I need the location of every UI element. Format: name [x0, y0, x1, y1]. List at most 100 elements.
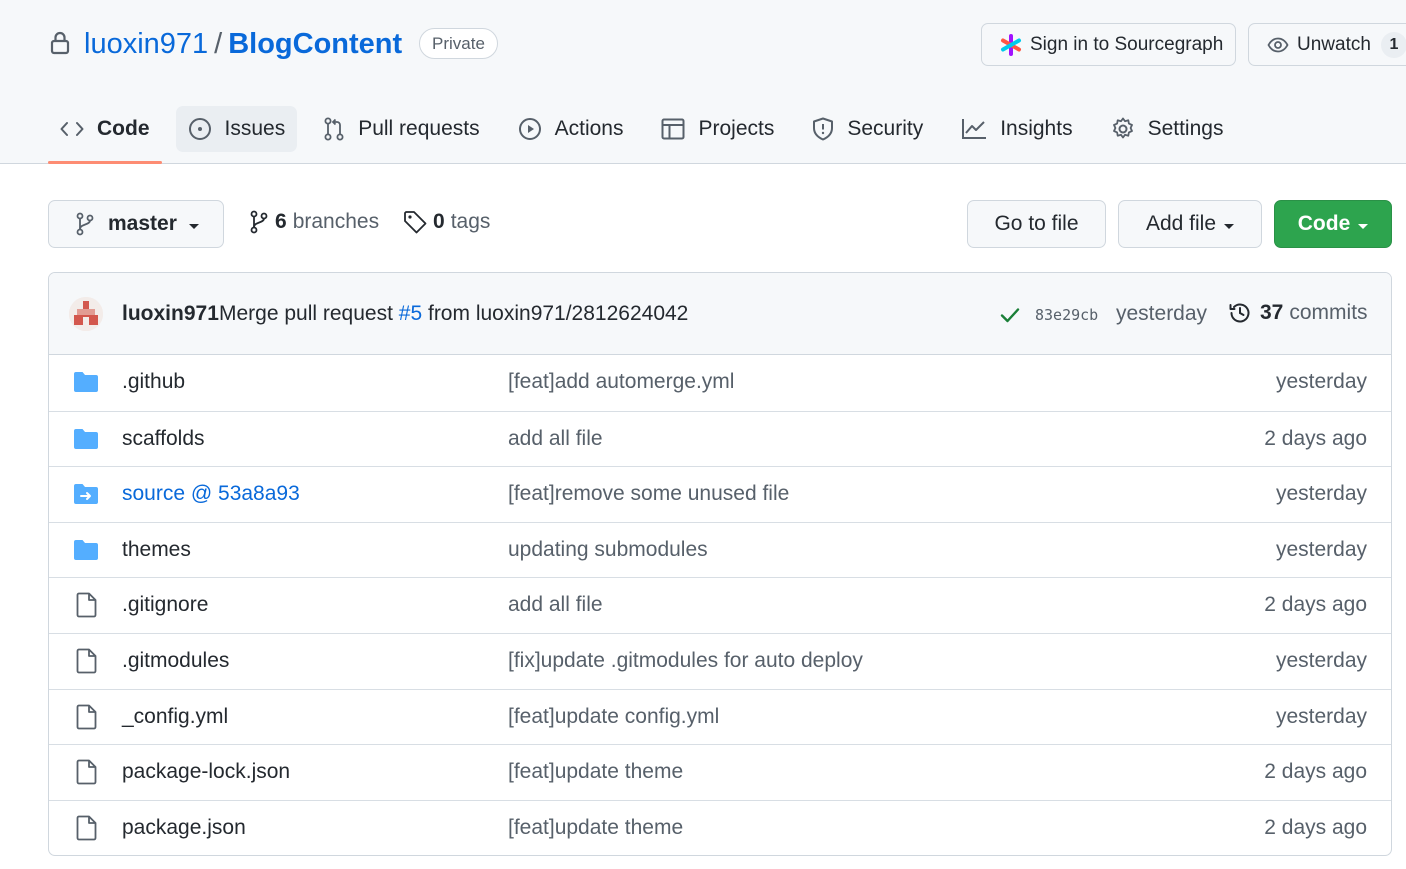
repo-header: luoxin971/BlogContent Private Sign in to…: [0, 0, 1406, 164]
tab-settings[interactable]: Settings: [1099, 106, 1236, 152]
eye-icon: [1267, 37, 1289, 52]
code-dropdown-button[interactable]: Code: [1274, 200, 1392, 248]
repo-nav-tabs: Code Issues Pull requests Actions Projec…: [48, 106, 1249, 164]
commits-history-link[interactable]: 37 commits: [1228, 301, 1368, 325]
tab-insights[interactable]: Insights: [949, 106, 1084, 152]
file-commit-message-link[interactable]: [feat]update theme: [508, 760, 683, 784]
pull-request-link[interactable]: #5: [399, 302, 422, 325]
go-to-file-button[interactable]: Go to file: [967, 200, 1106, 248]
file-icon: [76, 648, 97, 674]
tab-issues[interactable]: Issues: [175, 106, 298, 152]
latest-commit-bar: luoxin971 Merge pull request #5 from luo…: [49, 273, 1391, 355]
file-row[interactable]: _config.yml [feat]update config.yml yester…: [49, 688, 1391, 745]
file-name-link[interactable]: themes: [122, 538, 191, 562]
file-commit-time: yesterday: [1275, 482, 1367, 506]
history-icon: [1229, 303, 1250, 323]
file-type-icon: [73, 483, 99, 510]
file-commit-message-link[interactable]: [feat]update config.yml: [508, 705, 719, 729]
code-button-label: Code: [1297, 212, 1351, 235]
file-commit-message-link[interactable]: add all file: [508, 593, 603, 617]
file-commit-message-link[interactable]: [feat]add automerge.yml: [508, 370, 734, 394]
commits-count: 37: [1260, 301, 1284, 324]
tags-count: 0: [433, 210, 445, 233]
file-commit-time: yesterday: [1275, 649, 1367, 672]
avatar[interactable]: [69, 297, 103, 331]
repo-name-link[interactable]: BlogContent: [228, 28, 402, 60]
tab-actions-label: Actions: [554, 117, 624, 140]
file-name-link[interactable]: .gitmodules: [122, 649, 229, 673]
sourcegraph-signin-label: Sign in to Sourcegraph: [1030, 33, 1224, 55]
repo-title: luoxin971/BlogContent: [84, 26, 402, 62]
repo-title-separator: /: [214, 28, 223, 60]
table-icon: [661, 118, 685, 140]
file-icon: [76, 815, 97, 841]
add-file-button[interactable]: Add file: [1118, 200, 1262, 248]
file-list: luoxin971 Merge pull request #5 from luo…: [48, 272, 1392, 856]
file-name-link[interactable]: _config.yml: [122, 705, 228, 729]
file-row[interactable]: .github [feat]add automerge.yml yesterday: [49, 355, 1391, 411]
check-icon[interactable]: [999, 305, 1021, 325]
file-name-link[interactable]: package.json: [122, 816, 246, 840]
branches-count: 6: [275, 210, 287, 233]
file-name-link[interactable]: scaffolds: [122, 427, 205, 451]
git-pull-request-icon: [324, 117, 344, 141]
file-name-link[interactable]: .github: [122, 370, 185, 394]
commit-message[interactable]: Merge pull request #5 from luoxin971/281…: [219, 302, 688, 326]
git-branch-icon: [76, 212, 94, 236]
sourcegraph-signin-button[interactable]: Sign in to Sourcegraph: [981, 23, 1236, 66]
file-row[interactable]: source @ 53a8a93 [feat]remove some unused…: [49, 466, 1391, 522]
folder-icon: [74, 372, 98, 392]
commit-message-prefix: Merge pull request: [219, 302, 393, 325]
file-type-icon: [76, 759, 98, 790]
file-name-link[interactable]: .gitignore: [122, 593, 208, 617]
file-row[interactable]: themes updating submodules yesterday: [49, 521, 1391, 578]
file-row[interactable]: .gitignore add all file 2 days ago: [49, 577, 1391, 633]
file-commit-time: yesterday: [1275, 704, 1367, 728]
file-name-link[interactable]: package-lock.json: [122, 760, 290, 784]
branches-label: branches: [292, 210, 380, 233]
file-name-link[interactable]: source @ 53a8a93: [122, 482, 300, 506]
sourcegraph-logo-icon: [1001, 33, 1021, 56]
tab-pull-requests[interactable]: Pull requests: [311, 106, 491, 152]
file-type-icon: [73, 428, 99, 455]
tab-code[interactable]: Code: [48, 106, 162, 164]
file-row[interactable]: .gitmodules [fix]update .gitmodules for a…: [49, 633, 1391, 689]
file-commit-message-link[interactable]: [feat]remove some unused file: [508, 482, 789, 506]
file-commit-time: 2 days ago: [1264, 760, 1367, 784]
folder-icon: [74, 428, 98, 449]
git-branch-icon: [250, 210, 268, 234]
tags-link[interactable]: 0 tags: [403, 210, 490, 234]
file-commit-message-link[interactable]: add all file: [508, 427, 603, 451]
tab-actions[interactable]: Actions: [506, 106, 636, 152]
file-row[interactable]: scaffolds add all file 2 days ago: [49, 410, 1391, 467]
unwatch-label: Unwatch: [1297, 33, 1371, 55]
folder-icon: [74, 539, 98, 560]
shield-icon: [813, 117, 834, 141]
commit-author-link[interactable]: luoxin971: [122, 302, 219, 326]
graph-icon: [962, 119, 987, 139]
tab-security[interactable]: Security: [800, 106, 935, 152]
file-submodule-icon: [74, 484, 98, 505]
branches-link[interactable]: 6 branches: [249, 210, 379, 234]
file-commit-message-link[interactable]: updating submodules: [508, 538, 708, 562]
play-icon: [518, 118, 541, 140]
repo-owner-link[interactable]: luoxin971: [84, 28, 208, 60]
tag-icon: [404, 211, 427, 234]
commit-time: yesterday: [1116, 302, 1208, 325]
file-commit-time: 2 days ago: [1264, 426, 1367, 450]
file-commit-message-link[interactable]: [fix]update .gitmodules for auto deploy: [508, 649, 863, 673]
unwatch-button[interactable]: Unwatch 1: [1248, 23, 1406, 66]
file-type-icon: [73, 539, 99, 566]
chevron-down-icon: [188, 223, 199, 229]
branch-selector-button[interactable]: master: [48, 200, 224, 248]
lock-icon: [50, 31, 70, 55]
file-commit-time: 2 days ago: [1264, 593, 1367, 617]
commits-label: commits: [1289, 301, 1368, 324]
file-row[interactable]: package.json [feat]update theme 2 days ago: [49, 799, 1391, 855]
commit-sha-link[interactable]: 83e29cb: [1035, 306, 1098, 324]
file-type-icon: [76, 815, 98, 846]
add-file-label: Add file: [1145, 212, 1217, 235]
file-commit-message-link[interactable]: [feat]update theme: [508, 816, 683, 840]
file-row[interactable]: package-lock.json [feat]update theme 2 day…: [49, 744, 1391, 800]
tab-projects[interactable]: Projects: [649, 106, 786, 152]
